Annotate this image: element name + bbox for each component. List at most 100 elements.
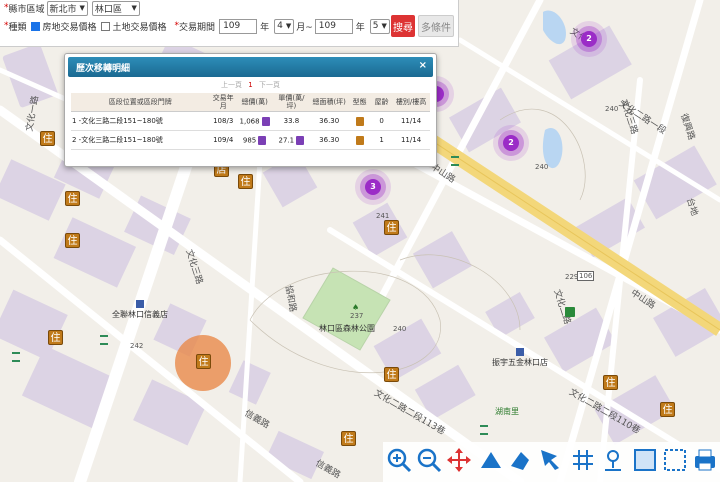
elevation-label: 242 — [130, 342, 144, 350]
detail-icon[interactable] — [296, 135, 305, 145]
select-icon[interactable] — [537, 446, 565, 474]
residence-marker[interactable]: 住 — [384, 220, 399, 235]
grid-icon[interactable] — [569, 446, 597, 474]
frame-icon[interactable] — [631, 446, 659, 474]
pan-icon[interactable] — [445, 446, 473, 474]
cell-total-price: 985 — [236, 130, 273, 150]
cell-floor: 11/14 — [392, 130, 430, 150]
residence-marker[interactable]: 住 — [65, 191, 80, 206]
bus-stop-icon — [100, 335, 108, 345]
cluster-marker[interactable]: 2 — [503, 135, 519, 151]
land-checkbox-label: 土地交易價格 — [112, 22, 167, 33]
elevation-label: 237 — [350, 312, 364, 320]
city-select[interactable]: 新北市 ▼ — [46, 0, 88, 16]
chevron-down-icon: ▼ — [285, 22, 292, 30]
col-header: 樓別/樓高 — [392, 93, 430, 112]
cell-year-month: 108/3 — [209, 111, 237, 131]
multi-condition-button[interactable]: 多條件 — [418, 15, 454, 37]
house-checkbox[interactable] — [30, 21, 40, 31]
chevron-down-icon: ▼ — [131, 4, 137, 12]
from-month-select[interactable]: 4 ▼ — [274, 18, 295, 34]
prev-page-link[interactable]: 上一頁 — [221, 81, 242, 89]
cell-year-month: 109/4 — [209, 130, 237, 150]
cell-total-price: 1,068 — [236, 111, 273, 131]
next-page-link[interactable]: 下一頁 — [259, 81, 280, 89]
map-toolbar — [383, 442, 720, 482]
cell-unit-price: 33.8 — [272, 111, 311, 131]
col-header: 總面積(坪) — [310, 93, 349, 112]
col-header: 交易年月 — [209, 93, 237, 112]
zoom-in-icon[interactable] — [385, 446, 413, 474]
elevation-label: 240 — [393, 325, 407, 333]
convenience-store-icon — [565, 307, 575, 317]
residence-marker[interactable]: 住 — [660, 402, 675, 417]
close-icon[interactable]: × — [419, 60, 427, 71]
pagination: 上一頁 1 下一頁 — [65, 80, 436, 90]
type-label: 種類 — [8, 22, 27, 33]
bank-icon — [136, 300, 144, 308]
cell-unit-price: 27.1 — [272, 130, 311, 150]
popup-header: 歷次移轉明細 × — [68, 57, 433, 77]
to-month-select[interactable]: 5 ▼ — [369, 18, 390, 34]
type-row: * 種類 房地交易價格 土地交易價格 * 交易期間 109 年 4 ▼ 月~ 109 … — [4, 18, 401, 34]
detail-icon[interactable] — [258, 135, 267, 145]
residence-marker[interactable]: 住 — [48, 330, 63, 345]
residence-marker[interactable]: 住 — [384, 367, 399, 382]
cell-address: 1 -文化三路二段151~180號 — [71, 111, 210, 131]
residence-marker[interactable]: 住 — [40, 131, 55, 146]
bus-stop-icon — [12, 352, 20, 362]
region-row: * 縣市區域 新北市 ▼ 林口區 ▼ — [4, 0, 142, 16]
region-label: 縣市區域 — [8, 4, 45, 15]
elevation-label: 240 — [605, 105, 619, 113]
residence-marker[interactable]: 住 — [196, 354, 211, 369]
land-checkbox[interactable] — [100, 21, 110, 31]
residence-type-icon — [355, 135, 364, 145]
poi-park[interactable]: 林口區森林公園 — [319, 323, 375, 334]
bus-stop-icon — [480, 425, 488, 435]
bus-stop-icon — [451, 156, 459, 166]
cell-floor: 11/14 — [392, 111, 430, 131]
popup-title: 歷次移轉明細 — [76, 63, 131, 74]
cell-address: 2 -文化三路二段151~180號 — [71, 130, 210, 150]
filter-panel: * 縣市區域 新北市 ▼ 林口區 ▼ * 種類 房地交易價格 土地交易價格 * 交易期間 … — [0, 0, 459, 47]
poi-bank[interactable]: 全聯林口信義店 — [112, 300, 168, 320]
chevron-down-icon: ▼ — [79, 4, 85, 12]
elevation-label: 240 — [535, 163, 549, 171]
measure-distance-icon[interactable] — [477, 446, 505, 474]
bank-icon — [516, 348, 524, 356]
search-button[interactable]: 搜尋 — [391, 15, 415, 37]
elevation-label: 241 — [376, 212, 390, 220]
poi-store[interactable]: 振宇五金林口店 — [492, 348, 548, 368]
current-page: 1 — [248, 81, 253, 89]
fullscreen-icon[interactable] — [661, 446, 689, 474]
cluster-marker[interactable]: 2 — [581, 31, 597, 47]
cell-area: 36.30 — [310, 111, 349, 131]
cell-type — [348, 111, 372, 131]
cell-age: 1 — [371, 130, 393, 150]
transfer-history-popup: 歷次移轉明細 × 上一頁 1 下一頁 區段位置或區段門牌 交易年月 總價(萬) … — [64, 53, 437, 167]
residence-marker[interactable]: 住 — [238, 174, 253, 189]
district-select[interactable]: 林口區 ▼ — [91, 0, 140, 16]
period-label: 交易期間 — [179, 22, 216, 33]
cluster-marker[interactable]: 3 — [365, 179, 381, 195]
table-row[interactable]: 1 -文化三路二段151~180號 108/3 1,068 33.8 36.30… — [71, 111, 430, 131]
poi-lake[interactable]: 湖南里 — [495, 406, 519, 417]
cell-area: 36.30 — [310, 130, 349, 150]
residence-marker[interactable]: 住 — [603, 375, 618, 390]
to-year-input[interactable]: 109 — [314, 18, 353, 34]
col-header: 屋齡 — [371, 93, 393, 112]
route-number-label: 106 — [577, 271, 595, 281]
locate-icon[interactable] — [599, 446, 627, 474]
detail-icon[interactable] — [261, 116, 270, 126]
col-header: 型態 — [348, 93, 372, 112]
measure-area-icon[interactable] — [507, 446, 535, 474]
house-checkbox-label: 房地交易價格 — [42, 22, 97, 33]
from-year-input[interactable]: 109 — [219, 18, 258, 34]
zoom-out-icon[interactable] — [415, 446, 443, 474]
residence-marker[interactable]: 住 — [65, 233, 80, 248]
park-tree-icon: ♠ — [352, 303, 360, 312]
print-icon[interactable] — [691, 446, 719, 474]
residence-marker[interactable]: 住 — [341, 431, 356, 446]
col-header: 單價(萬/坪) — [272, 93, 311, 112]
table-row[interactable]: 2 -文化三路二段151~180號 109/4 985 27.1 36.30 1… — [71, 130, 430, 150]
